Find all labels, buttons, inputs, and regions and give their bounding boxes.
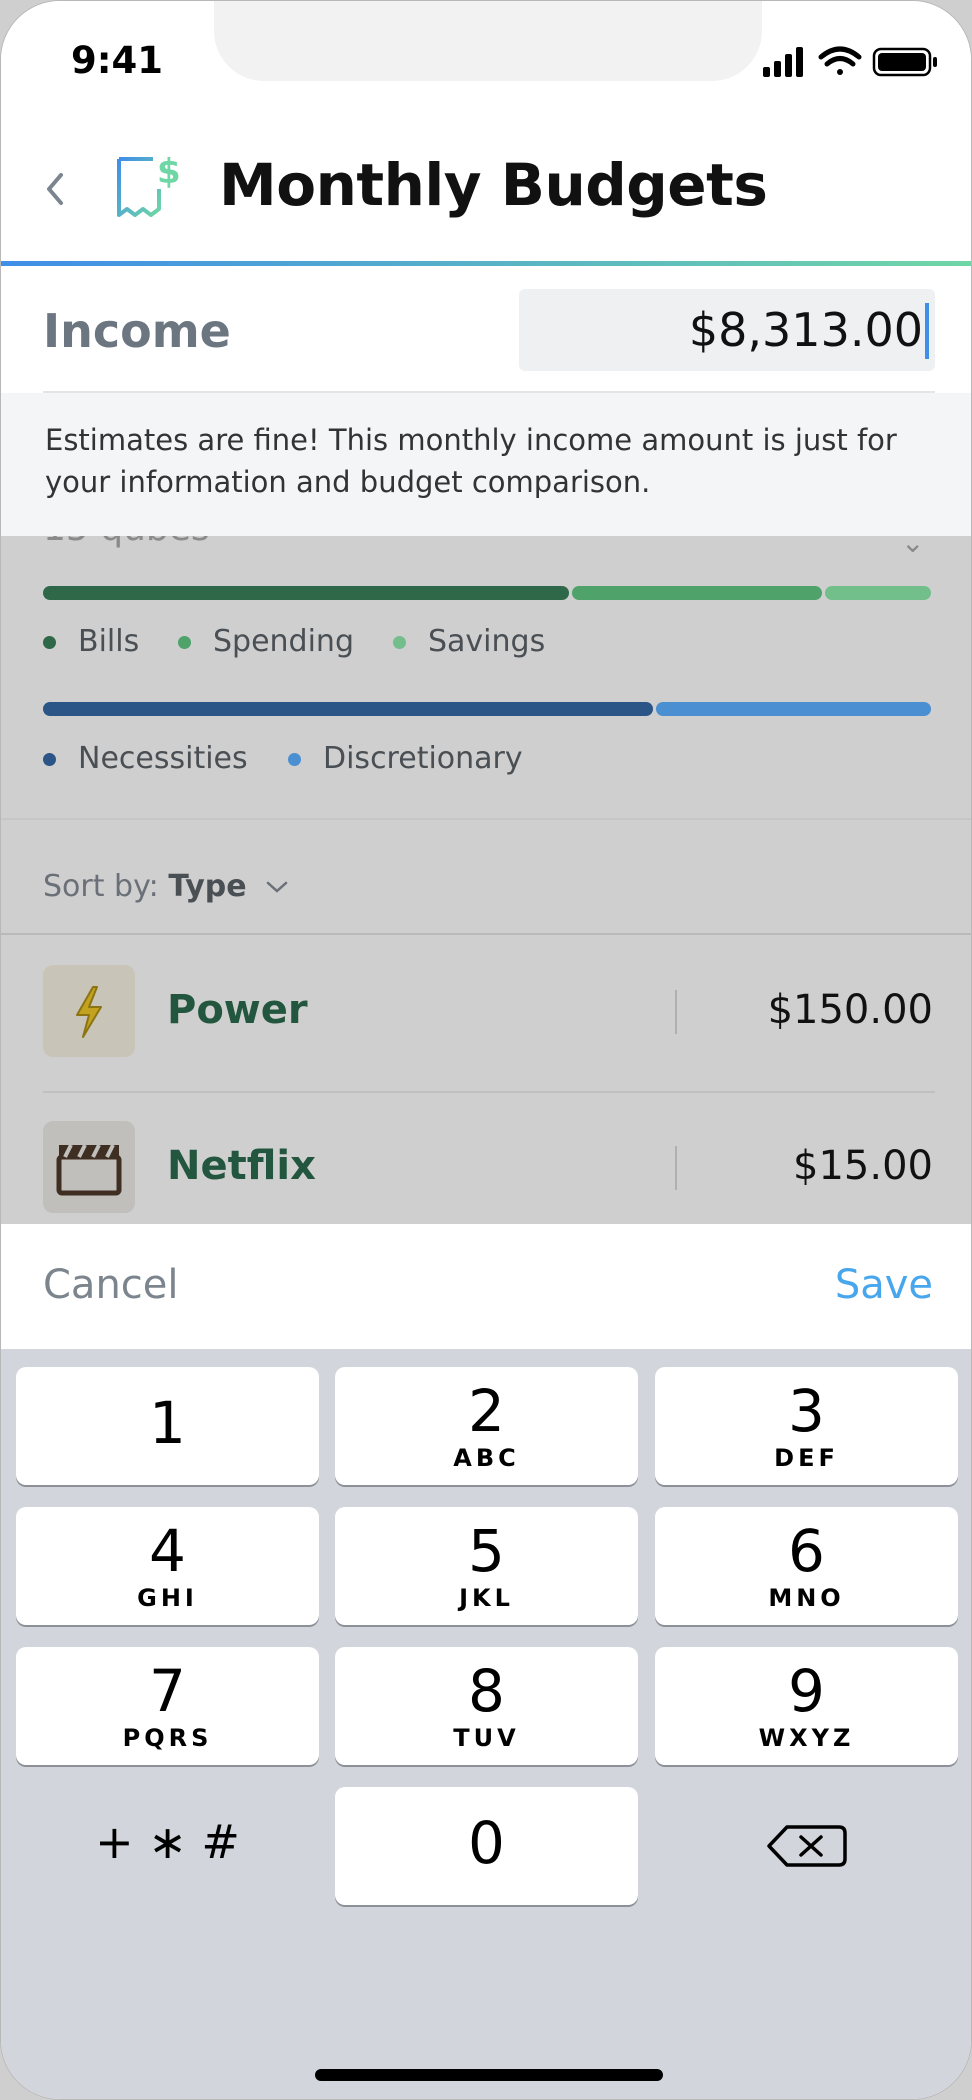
income-row: Income $8,313.00 <box>1 266 971 393</box>
item-name: Netflix <box>167 1143 316 1189</box>
legend-bills: Bills <box>78 624 140 659</box>
nav-header: $ Monthly Budgets <box>1 121 971 263</box>
bar-discretionary <box>655 702 931 716</box>
clapperboard-icon <box>43 1121 135 1213</box>
sort-prefix: Sort by: <box>43 869 159 904</box>
list-item[interactable]: Netflix $15.00 <box>1 1091 971 1224</box>
legend-dot-discretionary <box>288 753 301 766</box>
key-digit: 4 <box>149 1517 186 1585</box>
status-bar: 9:41 <box>1 1 971 121</box>
item-separator <box>675 1146 677 1190</box>
phone-frame: 9:41 $ Monthly Budgets Income $8,313.00 … <box>0 0 972 2100</box>
key-letters: ABC <box>453 1444 520 1472</box>
key-letters: GHI <box>137 1584 198 1612</box>
key-6[interactable]: 6 MNO <box>655 1507 958 1625</box>
legend-dot-necessities <box>43 753 56 766</box>
save-button[interactable]: Save <box>835 1262 933 1308</box>
sort-selector[interactable]: Sort by: Type <box>43 869 290 904</box>
svg-text:$: $ <box>157 152 181 192</box>
legend-necessities: Necessities <box>78 741 248 776</box>
dimmed-budget-content: 15 qubes ⌄ Bills Spending Savings Necess… <box>1 536 971 1224</box>
bar-spending <box>572 586 823 600</box>
wifi-icon <box>818 46 862 75</box>
key-letters: JKL <box>459 1584 514 1612</box>
delete-key[interactable] <box>655 1787 958 1905</box>
symbols-label: + ∗ # <box>95 1815 240 1869</box>
key-digit: 2 <box>468 1377 505 1445</box>
chevron-down-icon: ⌄ <box>901 536 925 559</box>
status-icons <box>763 46 937 77</box>
chevron-down-icon <box>266 881 288 893</box>
key-letters: PQRS <box>122 1724 213 1752</box>
key-letters: DEF <box>774 1444 839 1472</box>
symbols-key[interactable]: + ∗ # <box>16 1787 319 1905</box>
key-digit: 6 <box>788 1517 825 1585</box>
key-digit: 3 <box>788 1377 825 1445</box>
bar-bills <box>43 586 570 600</box>
key-letters: WXYZ <box>758 1724 855 1752</box>
lightning-icon <box>43 965 135 1057</box>
back-chevron-icon[interactable] <box>39 159 71 219</box>
income-label: Income <box>43 304 231 358</box>
bar-savings <box>825 586 931 600</box>
partial-text: 15 qubes <box>43 536 210 549</box>
key-2[interactable]: 2 ABC <box>335 1367 638 1485</box>
item-amount: $15.00 <box>793 1143 933 1189</box>
key-3[interactable]: 3 DEF <box>655 1367 958 1485</box>
key-8[interactable]: 8 TUV <box>335 1647 638 1765</box>
item-amount: $150.00 <box>767 987 933 1033</box>
bar-necessities <box>43 702 653 716</box>
legend-spending: Spending <box>213 624 354 659</box>
home-indicator <box>315 2069 663 2081</box>
key-digit: 1 <box>149 1389 186 1457</box>
signal-icon <box>763 47 803 77</box>
section-shadow <box>1 818 971 820</box>
sort-value: Type <box>168 869 247 904</box>
income-info-box: Estimates are fine! This monthly income … <box>1 393 971 536</box>
status-time: 9:41 <box>71 39 164 82</box>
legend-savings: Savings <box>428 624 546 659</box>
legend-discretionary: Discretionary <box>323 741 523 776</box>
page-title: Monthly Budgets <box>219 151 768 219</box>
key-digit: 8 <box>468 1657 505 1725</box>
list-item[interactable]: Power $150.00 <box>1 935 971 1090</box>
income-info-text: Estimates are fine! This monthly income … <box>45 423 897 499</box>
text-cursor <box>925 303 929 359</box>
key-digit: 0 <box>468 1809 505 1877</box>
item-separator <box>675 990 677 1034</box>
key-digit: 5 <box>468 1517 505 1585</box>
income-input[interactable]: $8,313.00 <box>519 289 935 371</box>
key-0[interactable]: 0 <box>335 1787 638 1905</box>
key-digit: 7 <box>149 1657 186 1725</box>
key-letters: MNO <box>768 1584 845 1612</box>
key-letters: TUV <box>453 1724 520 1752</box>
legend-dot-bills <box>43 636 56 649</box>
income-value: $8,313.00 <box>688 303 923 357</box>
item-name: Power <box>167 987 308 1033</box>
key-digit: 9 <box>788 1657 825 1725</box>
legend-dot-spending <box>178 636 191 649</box>
key-1[interactable]: 1 <box>16 1367 319 1485</box>
battery-icon <box>872 47 937 77</box>
numeric-keypad: 1 2 ABC 3 DEF 4 GHI 5 JKL 6 MNO 7 PQRS 8… <box>1 1349 971 2099</box>
notch <box>214 1 762 81</box>
key-9[interactable]: 9 WXYZ <box>655 1647 958 1765</box>
cancel-button[interactable]: Cancel <box>43 1262 179 1308</box>
key-7[interactable]: 7 PQRS <box>16 1647 319 1765</box>
backspace-icon <box>767 1825 847 1867</box>
legend-dot-savings <box>393 636 406 649</box>
budget-document-icon: $ <box>117 152 181 217</box>
keyboard-toolbar: Cancel Save <box>1 1224 971 1349</box>
key-5[interactable]: 5 JKL <box>335 1507 638 1625</box>
key-4[interactable]: 4 GHI <box>16 1507 319 1625</box>
